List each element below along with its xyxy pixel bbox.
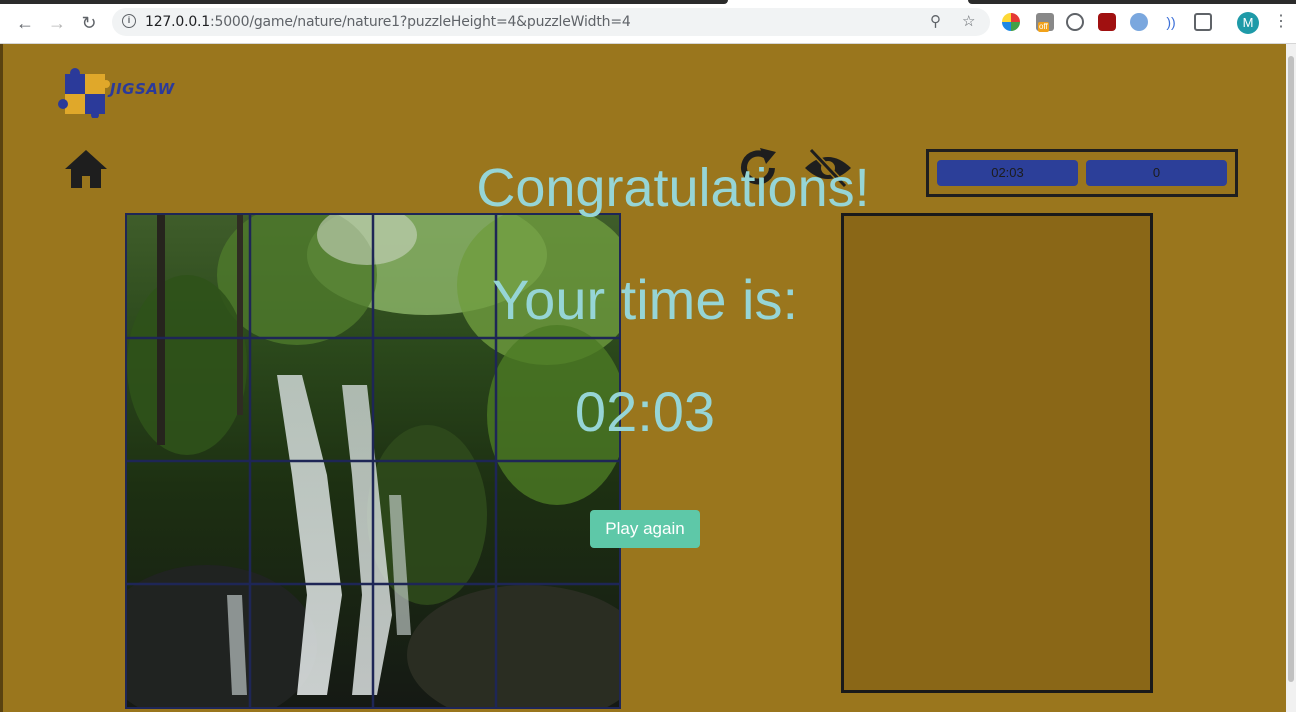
extension-badge: off <box>1038 22 1049 32</box>
page-scrollbar[interactable] <box>1286 44 1296 712</box>
shield-extension-icon[interactable] <box>1194 13 1212 31</box>
url-host: 127.0.0.1 <box>145 14 210 30</box>
puzzle-logo-icon <box>58 68 110 119</box>
url-text[interactable]: 127.0.0.1:5000/game/nature/nature1?puzzl… <box>145 14 631 30</box>
tab-strip <box>0 0 1296 5</box>
back-icon[interactable]: ← <box>14 12 36 34</box>
menu-dots-icon[interactable]: ⋮ <box>1273 12 1289 32</box>
final-time: 02:03 <box>574 380 716 443</box>
scrollbar-thumb[interactable] <box>1288 56 1294 682</box>
play-again-button[interactable]: Play again <box>590 510 700 548</box>
your-time-label: Your time is: <box>491 268 799 331</box>
address-bar[interactable]: i 127.0.0.1:5000/game/nature/nature1?puz… <box>112 8 990 36</box>
globe-extension-icon[interactable] <box>1066 13 1084 31</box>
logo-text: JIGSAW <box>110 80 175 98</box>
profile-avatar[interactable]: M <box>1237 12 1259 34</box>
info-icon[interactable]: i <box>122 14 136 28</box>
tab-strip-left <box>0 0 728 4</box>
jigsaw-logo[interactable]: JIGSAW <box>57 68 207 119</box>
congratulations-heading: Congratulations! <box>476 158 870 218</box>
browser-toolbar: ← → ↻ i 127.0.0.1:5000/game/nature/natur… <box>0 0 1296 44</box>
zoom-icon[interactable]: ⚲ <box>930 14 941 30</box>
moves-counter: 0 <box>1086 160 1227 186</box>
home-icon[interactable] <box>63 148 109 190</box>
bookmark-star-icon[interactable]: ☆ <box>962 14 975 30</box>
wave-extension-icon[interactable]: )) <box>1162 13 1180 31</box>
url-path: :5000/game/nature/nature1?puzzleHeight=4… <box>210 14 631 30</box>
ublock-icon[interactable] <box>1098 13 1116 31</box>
color-extension-icon[interactable] <box>1002 13 1020 31</box>
extension-icon[interactable] <box>1130 13 1148 31</box>
forward-icon[interactable]: → <box>46 12 68 34</box>
reload-page-icon[interactable]: ↻ <box>78 12 100 34</box>
game-page: JIGSAW 02:03 0 Congratulations! Your tim… <box>3 44 1286 712</box>
puzzle-extension-icon[interactable]: off <box>1036 13 1054 32</box>
tab-strip-right <box>968 0 1296 4</box>
